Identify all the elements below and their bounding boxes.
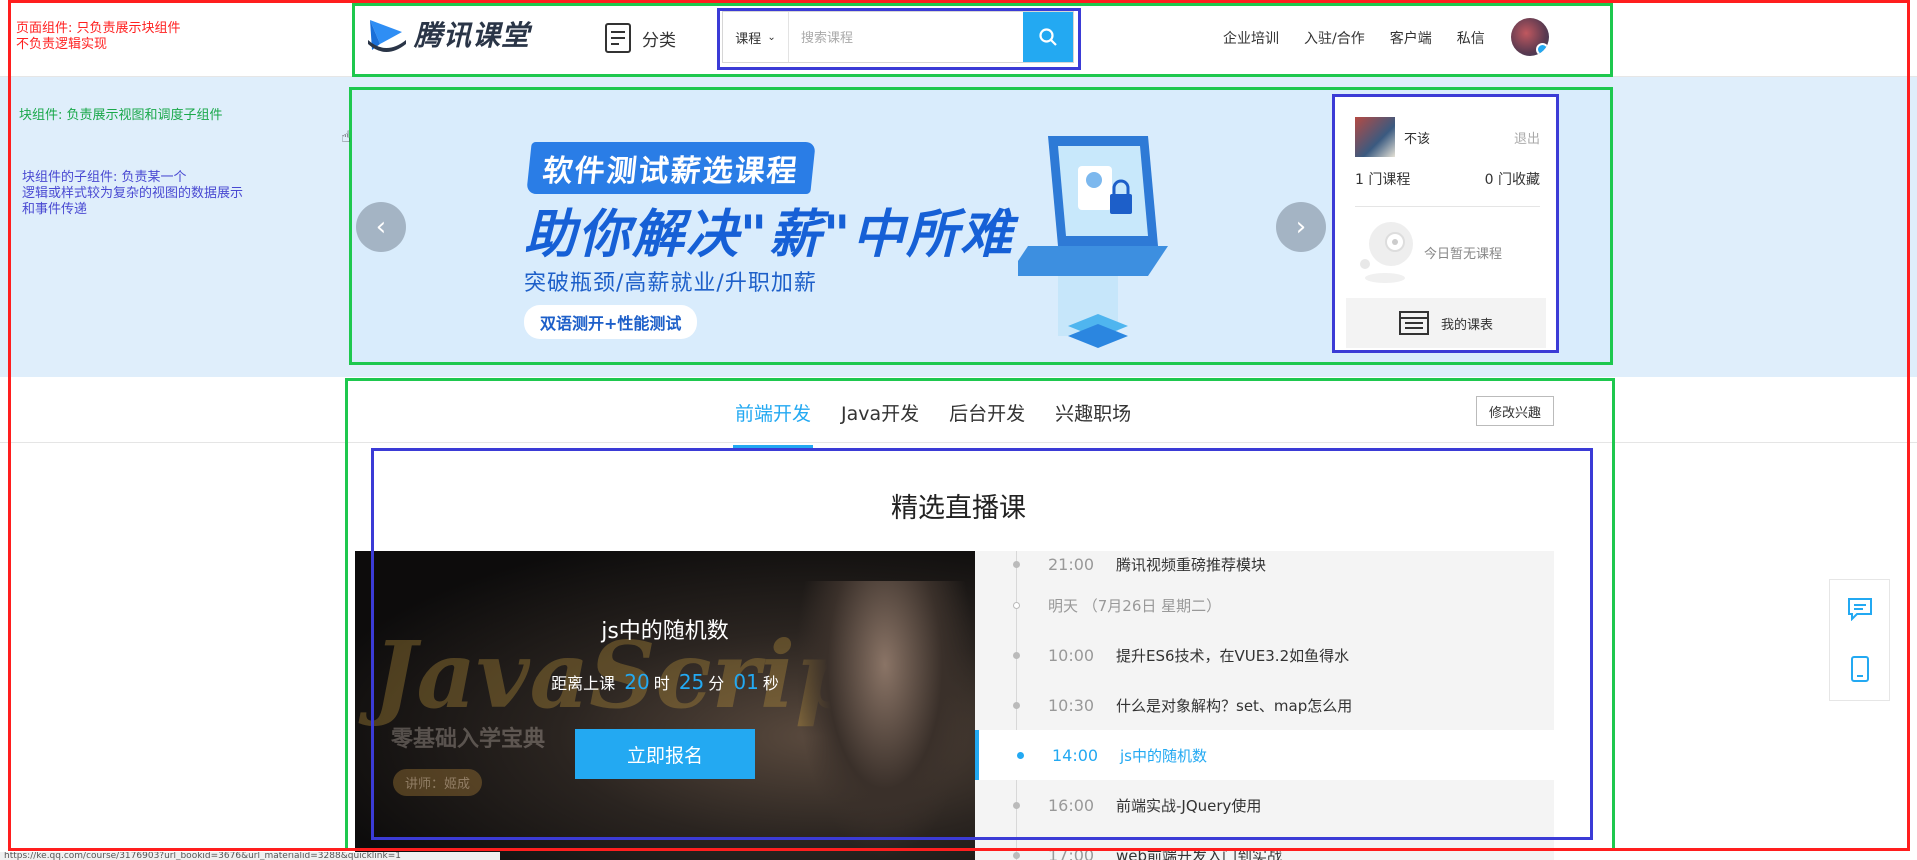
hand-cursor-icon: ☝	[341, 127, 351, 146]
schedule-time: 14:00	[1052, 745, 1099, 765]
edit-interest-button[interactable]: 修改兴趣	[1476, 396, 1554, 426]
live-video-panel[interactable]: JavaScript 零基础入学宝典 讲师：姬成 js中的随机数 距离上课 20…	[355, 551, 975, 860]
video-bg-subtitle: 零基础入学宝典	[391, 727, 546, 752]
banner-pill: 双语测开+性能测试	[524, 305, 698, 339]
schedule-date-header: 明天 （7月26日 星期二）	[975, 580, 1554, 630]
chevron-down-icon: ⌄	[767, 31, 776, 43]
logo[interactable]: 腾讯课堂	[366, 14, 530, 54]
timeline-dot-hollow	[1013, 601, 1020, 609]
schedule-item[interactable]: 10:00 提升ES6技术，在VUE3.2如鱼得水	[975, 630, 1554, 680]
divider	[1355, 206, 1540, 207]
user-card: 不该 退出 1 门课程 0 门收藏 今日暂无课程 我的课表	[1334, 96, 1557, 352]
top-nav: 企业培训 入驻/合作 客户端 私信	[1223, 28, 1510, 48]
timeline-dot	[1013, 701, 1020, 709]
block-component-note: 块组件: 负责展示视图和调度子组件	[19, 108, 223, 123]
empty-course-text: 今日暂无课程	[1424, 247, 1503, 262]
search-type-label: 课程	[735, 31, 762, 47]
live-schedule-list: 21:00 腾讯视频重磅推荐模块 明天 （7月26日 星期二） 10:00 提升…	[975, 551, 1554, 860]
timeline-dot	[1013, 560, 1020, 568]
status-bar-url: https://ke.qq.com/course/3176903?url_boo…	[0, 852, 500, 860]
banner-tag: 软件测试薪选课程	[526, 142, 816, 194]
user-card-avatar[interactable]	[1355, 117, 1395, 157]
countdown-minutes: 25	[678, 670, 705, 694]
schedule-item[interactable]: 16:00 前端实战-JQuery使用	[975, 780, 1554, 830]
banner-title: 助你解决"薪"中所难	[524, 205, 1015, 265]
timeline-dot	[1013, 651, 1020, 659]
interest-tabs: 前端开发 Java开发 后台开发 兴趣职场	[732, 399, 1161, 448]
mobile-app-icon[interactable]	[1850, 655, 1870, 683]
schedule-title: 前端实战-JQuery使用	[1116, 796, 1262, 815]
logo-text: 腾讯课堂	[414, 19, 531, 52]
search-input[interactable]	[789, 12, 1023, 62]
tab-java[interactable]: Java开发	[841, 399, 919, 448]
schedule-date: 明天 （7月26日 星期二）	[1048, 596, 1222, 615]
tencent-classroom-logo-icon	[368, 20, 406, 52]
side-toolbar	[1829, 579, 1890, 701]
timeline-dot	[1013, 801, 1020, 809]
user-name[interactable]: 不该	[1404, 128, 1430, 147]
nav-client[interactable]: 客户端	[1390, 28, 1432, 48]
logout-link[interactable]: 退出	[1514, 128, 1540, 147]
countdown-seconds: 01	[733, 670, 759, 694]
schedule-icon	[1398, 311, 1429, 335]
search-type-select[interactable]: 课程 ⌄	[723, 12, 789, 62]
countdown: 距离上课 20 时 25 分 01 秒	[355, 670, 975, 694]
my-schedule-label: 我的课表	[1440, 317, 1493, 333]
schedule-time: 21:00	[1048, 554, 1095, 574]
carousel-prev-button[interactable]: ‹	[356, 202, 406, 252]
schedule-item[interactable]: 10:30 什么是对象解构？set、map怎么用	[975, 680, 1554, 730]
banner-subtitle: 突破瓶颈/高薪就业/升职加薪	[524, 271, 817, 296]
schedule-item[interactable]: 17:00 web前端开发入门到实战	[975, 830, 1554, 860]
search-icon	[1039, 28, 1057, 46]
schedule-time: 10:30	[1048, 695, 1095, 715]
schedule-time: 17:00	[1048, 845, 1095, 860]
nav-messages[interactable]: 私信	[1457, 28, 1485, 48]
my-schedule-button[interactable]: 我的课表	[1346, 298, 1546, 348]
live-section: JavaScript 零基础入学宝典 讲师：姬成 js中的随机数 距离上课 20…	[355, 551, 1554, 860]
nav-join-cooperate[interactable]: 入驻/合作	[1304, 28, 1365, 48]
favorite-count[interactable]: 0 门收藏	[1485, 169, 1540, 189]
schedule-time: 10:00	[1048, 645, 1095, 665]
child-component-note: 块组件的子组件: 负责某一个 逻辑或样式较为复杂的视图的数据展示 和事件传递	[22, 170, 244, 217]
live-course-name: js中的随机数	[601, 619, 729, 644]
tab-interest-career[interactable]: 兴趣职场	[1055, 399, 1131, 448]
schedule-title: 提升ES6技术，在VUE3.2如鱼得水	[1116, 646, 1350, 665]
empty-mascot-icon	[1360, 222, 1413, 283]
laptop-lock-illustration	[1018, 136, 1168, 348]
timeline-dot	[1013, 851, 1020, 859]
schedule-item-active[interactable]: 14:00 js中的随机数	[975, 730, 1554, 780]
countdown-prefix: 距离上课	[551, 674, 616, 693]
carousel-next-button[interactable]: ›	[1276, 202, 1326, 252]
chevron-left-icon: ‹	[375, 212, 387, 242]
search-bar: 课程 ⌄	[722, 11, 1074, 63]
site-header: 腾讯课堂 分类 课程 ⌄ 企业培训 入驻/合作 客户端 私信	[0, 0, 1917, 77]
schedule-time: 16:00	[1048, 795, 1095, 815]
countdown-minutes-unit: 分	[708, 674, 725, 693]
countdown-hours: 20	[624, 670, 650, 694]
course-count[interactable]: 1 门课程	[1355, 169, 1410, 189]
video-bg-tag: 讲师：姬成	[393, 769, 483, 796]
list-icon	[605, 23, 631, 53]
chevron-right-icon: ›	[1295, 212, 1307, 242]
user-avatar[interactable]	[1511, 18, 1549, 56]
countdown-seconds-unit: 秒	[762, 674, 779, 693]
schedule-title: js中的随机数	[1120, 746, 1207, 765]
interest-tabs-row: 前端开发 Java开发 后台开发 兴趣职场	[0, 377, 1917, 448]
category-menu[interactable]: 分类	[604, 22, 676, 54]
schedule-title: 什么是对象解构？set、map怎么用	[1116, 696, 1353, 715]
schedule-title: 腾讯视频重磅推荐模块	[1116, 555, 1267, 574]
online-badge	[1536, 43, 1549, 56]
feedback-icon[interactable]	[1847, 597, 1873, 621]
timeline-dot	[1017, 751, 1024, 759]
search-button[interactable]	[1023, 12, 1073, 62]
enroll-button[interactable]: 立即报名	[575, 729, 755, 779]
tab-backend[interactable]: 后台开发	[949, 399, 1025, 448]
live-section-title: 精选直播课	[891, 493, 1026, 524]
page-component-note: 页面组件: 只负责展示块组件 不负责逻辑实现	[16, 21, 181, 52]
category-label: 分类	[642, 30, 676, 51]
nav-enterprise-training[interactable]: 企业培训	[1223, 28, 1279, 48]
tab-frontend[interactable]: 前端开发	[732, 399, 814, 448]
schedule-title: web前端开发入门到实战	[1116, 846, 1283, 860]
countdown-hours-unit: 时	[653, 674, 670, 693]
